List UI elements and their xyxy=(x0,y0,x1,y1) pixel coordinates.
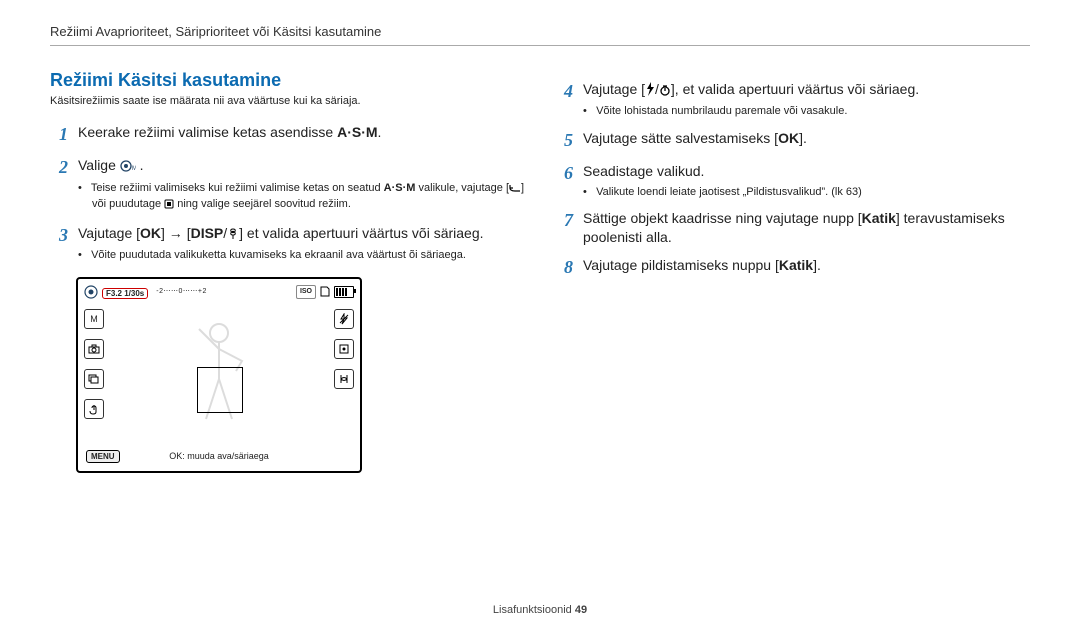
drive-icon xyxy=(84,369,104,389)
step-number: 4 xyxy=(555,80,573,119)
step-body: Vajutage pildistamiseks nuppu [Katik]. xyxy=(583,256,1030,279)
touch-icon xyxy=(84,399,104,419)
mode-m-icon: M xyxy=(84,309,104,329)
af-frame xyxy=(197,367,243,413)
camera-icon xyxy=(84,339,104,359)
steps-list-right: 4 Vajutage [/], et valida apertuuri väär… xyxy=(555,80,1030,279)
two-column-layout: Režiimi Käsitsi kasutamine Käsitsirežiim… xyxy=(50,70,1030,473)
step-sub-note: • Valikute loendi leiate jaotisest „Pild… xyxy=(583,185,1030,200)
lcd-left-icons: M xyxy=(84,309,104,419)
flash-icon xyxy=(645,82,655,100)
ev-scale: -2⋯⋯0⋯⋯+2 xyxy=(156,287,207,295)
ok-button-label: OK xyxy=(140,225,161,241)
card-icon xyxy=(320,285,330,299)
page-number: 49 xyxy=(575,604,587,616)
camera-lcd-illustration: F3.2 1/30s -2⋯⋯0⋯⋯+2 ISO M xyxy=(76,277,362,473)
lens-manual-icon: M xyxy=(120,158,136,176)
footer-label: Lisafunktsioonid xyxy=(493,604,575,616)
section-title: Režiimi Käsitsi kasutamine xyxy=(50,70,525,91)
step-body: Keerake režiimi valimise ketas asendisse… xyxy=(78,123,525,146)
macro-flower-icon xyxy=(227,226,239,244)
step-body: Sättige objekt kaadrisse ning vajutage n… xyxy=(583,209,1030,245)
step-sub-note: • Võite lohistada numbrilaudu paremale v… xyxy=(583,104,1030,119)
af-icon xyxy=(334,339,354,359)
step-number: 8 xyxy=(555,256,573,279)
timer-icon xyxy=(659,82,671,100)
running-header: Režiimi Avaprioriteet, Säriprioriteet võ… xyxy=(50,24,1030,46)
lcd-top-right: ISO xyxy=(296,285,354,299)
step-number: 2 xyxy=(50,156,68,214)
page-footer: Lisafunktsioonid 49 xyxy=(0,604,1080,616)
iso-indicator: ISO xyxy=(296,285,316,299)
battery-icon xyxy=(334,286,354,298)
step-body: Vajutage [OK] → [DISP/] et valida apertu… xyxy=(78,224,525,263)
asm-mode-icon: A·S·M xyxy=(337,124,377,140)
right-column: 4 Vajutage [/], et valida apertuuri väär… xyxy=(555,70,1030,473)
intro-text: Käsitsirežiimis saate ise määrata nii av… xyxy=(50,95,525,107)
stabilizer-icon xyxy=(334,369,354,389)
ok-button-label: OK xyxy=(778,130,799,146)
step-body: Valige M . • Teise režiimi valimiseks ku… xyxy=(78,156,525,214)
lcd-hint-text: OK: muuda ava/säriaega xyxy=(78,451,360,461)
left-column: Režiimi Käsitsi kasutamine Käsitsirežiim… xyxy=(50,70,525,473)
step-number: 5 xyxy=(555,129,573,152)
step-body: Vajutage sätte salvestamiseks [OK]. xyxy=(583,129,1030,152)
step-number: 3 xyxy=(50,224,68,263)
step-body: Vajutage [/], et valida apertuuri väärtu… xyxy=(583,80,1030,119)
step-number: 7 xyxy=(555,209,573,245)
manual-page: Režiimi Avaprioriteet, Säriprioriteet võ… xyxy=(0,0,1080,630)
mode-square-icon xyxy=(164,199,174,214)
steps-list-left: 1 Keerake režiimi valimise ketas asendis… xyxy=(50,123,525,263)
shutter-label: Katik xyxy=(779,257,813,273)
step-sub-note: • Teise režiimi valimiseks kui režiimi v… xyxy=(78,181,525,215)
lcd-right-icons xyxy=(334,309,354,389)
step-sub-note: • Võite puudutada valikuketta kuvamiseks… xyxy=(78,248,525,263)
mode-manual-icon xyxy=(84,285,98,301)
shutter-label: Katik xyxy=(862,210,896,226)
flash-off-icon xyxy=(334,309,354,329)
svg-text:M: M xyxy=(132,166,136,172)
back-return-icon xyxy=(509,183,521,198)
asm-mode-icon: A·S·M xyxy=(384,182,416,194)
step-body: Seadistage valikud. • Valikute loendi le… xyxy=(583,162,1030,199)
step-number: 6 xyxy=(555,162,573,199)
exposure-readout: F3.2 1/30s xyxy=(102,288,148,299)
disp-button-label: DISP xyxy=(191,225,224,241)
step-number: 1 xyxy=(50,123,68,146)
